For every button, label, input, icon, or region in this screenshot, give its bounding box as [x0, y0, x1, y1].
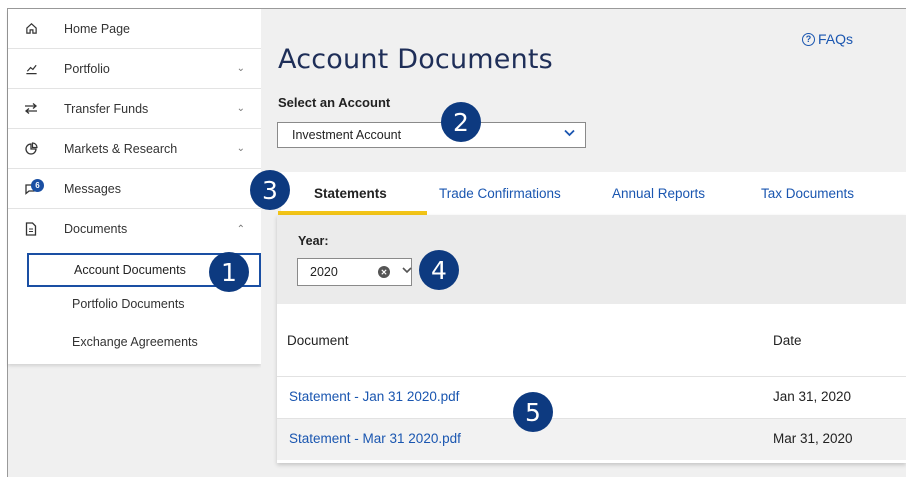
document-date: Mar 31, 2020	[773, 431, 853, 446]
pie-chart-icon	[20, 141, 42, 156]
column-header-document: Document	[287, 332, 349, 348]
sidebar-subitem-label: Account Documents	[74, 263, 186, 277]
message-count-badge: 6	[31, 179, 44, 192]
year-filter: Year: 2020 ✕	[277, 215, 906, 304]
column-header-date: Date	[773, 332, 802, 348]
main-content: Account Documents ? FAQs Select an Accou…	[261, 9, 906, 477]
sidebar-item-messages[interactable]: 6 Messages	[8, 169, 261, 209]
sidebar-item-markets-research[interactable]: Markets & Research ⌄	[8, 129, 261, 169]
sidebar-subitem-exchange-agreements[interactable]: Exchange Agreements	[8, 325, 261, 359]
chart-line-icon	[20, 62, 42, 75]
clear-icon[interactable]: ✕	[378, 266, 390, 278]
account-select-label: Select an Account	[278, 95, 391, 110]
year-select-value: 2020	[310, 265, 338, 279]
tab-tax-documents[interactable]: Tax Documents	[761, 172, 854, 215]
chevron-down-icon	[402, 265, 412, 277]
statements-panel: Year: 2020 ✕ Document Date Statement - J…	[277, 215, 906, 463]
document-link[interactable]: Statement - Jan 31 2020.pdf	[289, 389, 459, 404]
callout-badge: 5	[513, 392, 553, 432]
transfer-arrows-icon	[20, 102, 42, 115]
sidebar-nav: Home Page Portfolio ⌄ Transfer Funds ⌄ M…	[8, 9, 261, 364]
sidebar: Home Page Portfolio ⌄ Transfer Funds ⌄ M…	[8, 9, 261, 477]
account-select-value: Investment Account	[292, 128, 402, 142]
help-circle-icon: ?	[802, 32, 815, 46]
chevron-up-icon: ⌃	[236, 223, 245, 235]
tab-annual-reports[interactable]: Annual Reports	[612, 172, 705, 215]
sidebar-item-label: Documents	[64, 222, 128, 236]
document-link[interactable]: Statement - Mar 31 2020.pdf	[289, 431, 461, 446]
sidebar-item-label: Transfer Funds	[64, 101, 149, 116]
sidebar-item-label: Markets & Research	[64, 141, 178, 156]
chevron-down-icon: ⌄	[236, 103, 245, 114]
faqs-link[interactable]: ? FAQs	[802, 31, 853, 47]
document-icon	[20, 222, 42, 236]
callout-badge: 1	[209, 252, 249, 292]
chat-icon: 6	[20, 179, 44, 195]
sidebar-subitem-portfolio-documents[interactable]: Portfolio Documents	[8, 287, 261, 321]
chevron-down-icon: ⌄	[236, 63, 245, 74]
document-date: Jan 31, 2020	[773, 389, 852, 404]
sidebar-item-label: Home Page	[64, 21, 131, 36]
sidebar-subitem-label: Exchange Agreements	[72, 335, 198, 349]
table-row: Statement - Mar 31 2020.pdf Mar 31, 2020	[277, 419, 906, 460]
sidebar-item-portfolio[interactable]: Portfolio ⌄	[8, 49, 261, 89]
year-label: Year:	[298, 234, 329, 248]
home-icon	[20, 22, 42, 35]
document-tabs: Statements Trade Confirmations Annual Re…	[281, 172, 906, 215]
sidebar-subitem-label: Portfolio Documents	[72, 297, 185, 311]
faqs-label: FAQs	[818, 31, 854, 47]
callout-badge: 3	[250, 170, 290, 210]
sidebar-item-label: Portfolio	[64, 61, 110, 76]
year-select[interactable]: 2020 ✕	[297, 258, 412, 286]
sidebar-item-transfer-funds[interactable]: Transfer Funds ⌄	[8, 89, 261, 129]
sidebar-item-documents[interactable]: Documents ⌃	[8, 209, 261, 249]
page-title: Account Documents	[278, 44, 553, 75]
sidebar-item-label: Messages	[64, 181, 121, 196]
account-select[interactable]: Investment Account	[277, 122, 586, 148]
callout-badge: 2	[441, 102, 481, 142]
tab-statements[interactable]: Statements	[314, 172, 387, 215]
chevron-down-icon	[564, 128, 575, 140]
callout-badge: 4	[419, 250, 459, 290]
chevron-down-icon: ⌄	[236, 143, 245, 154]
table-row: Statement - Jan 31 2020.pdf Jan 31, 2020	[277, 377, 906, 418]
tab-trade-confirmations[interactable]: Trade Confirmations	[439, 172, 561, 215]
sidebar-item-home-page[interactable]: Home Page	[8, 9, 261, 49]
